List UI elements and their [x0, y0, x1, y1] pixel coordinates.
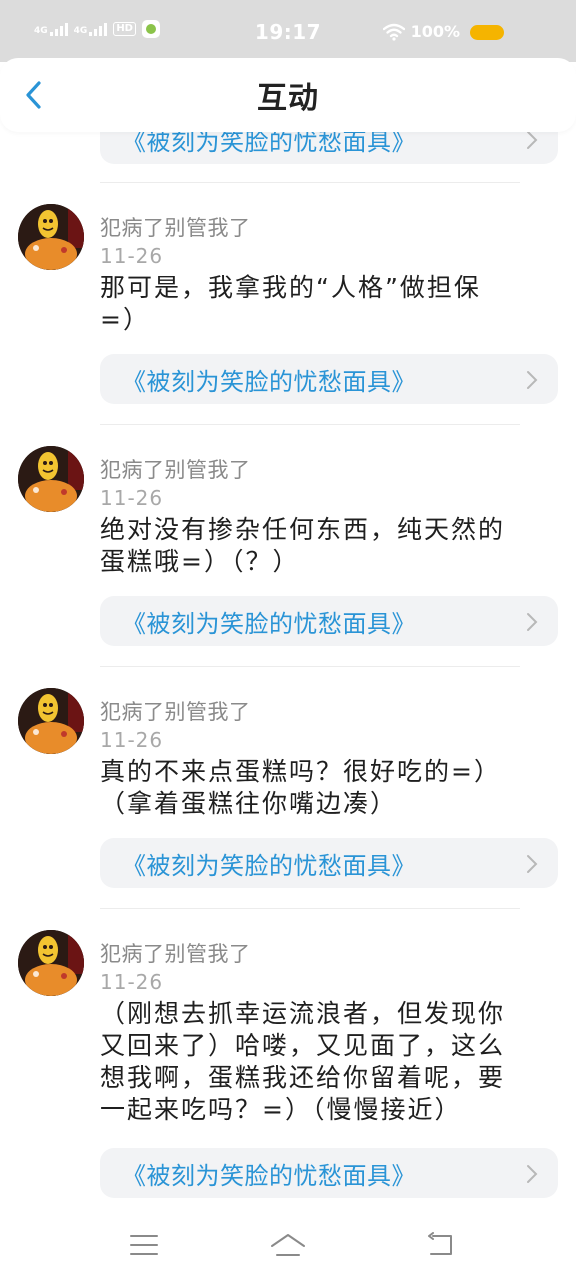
divider: [100, 666, 520, 667]
comment-line: 真的不来点蛋糕吗？很好吃的=）: [100, 757, 501, 786]
source-card[interactable]: 《被刻为笑脸的忧愁面具》: [100, 354, 558, 404]
comment-text: 真的不来点蛋糕吗？很好吃的=） （拿着蛋糕往你嘴边凑）: [100, 756, 550, 820]
source-title: 《被刻为笑脸的忧愁面具》: [122, 367, 416, 396]
username[interactable]: 犯病了别管我了: [100, 454, 251, 484]
comment-date: 11-26: [100, 486, 164, 510]
comment-line: 一起来吃吗？=）（慢慢接近）: [100, 1095, 462, 1124]
source-title: 《被刻为笑脸的忧愁面具》: [122, 851, 416, 880]
chevron-right-icon: [527, 1165, 538, 1183]
comment-date: 11-26: [100, 970, 164, 994]
battery-icon: [470, 25, 504, 40]
comment-line: 绝对没有掺杂任何东西，纯天然的: [100, 515, 506, 544]
chevron-right-icon: [527, 613, 538, 631]
comment-line: =）: [100, 305, 150, 334]
username[interactable]: 犯病了别管我了: [100, 696, 251, 726]
avatar[interactable]: [18, 930, 84, 996]
comment-line: 那可是，我拿我的“人格”做担保: [100, 273, 481, 302]
nav-menu-button[interactable]: [124, 1230, 164, 1260]
source-title: 《被刻为笑脸的忧愁面具》: [122, 1161, 416, 1190]
comment-line: 想我啊，蛋糕我还给你留着呢，要: [100, 1063, 506, 1092]
comment-date: 11-26: [100, 244, 164, 268]
nav-back-button[interactable]: [420, 1230, 460, 1260]
menu-icon: [130, 1235, 158, 1255]
back-icon: [428, 1232, 452, 1255]
header: 互动: [0, 58, 576, 132]
avatar[interactable]: [18, 204, 84, 270]
comment-line: （拿着蛋糕往你嘴边凑）: [100, 789, 398, 818]
comment-date: 11-26: [100, 728, 164, 752]
source-card[interactable]: 《被刻为笑脸的忧愁面具》: [100, 596, 558, 646]
comment-line: 蛋糕哦=）（？）: [100, 547, 300, 576]
status-right: 100%: [382, 22, 460, 41]
source-card[interactable]: 《被刻为笑脸的忧愁面具》: [100, 838, 558, 888]
page-title: 互动: [257, 81, 319, 116]
battery-percent: 100%: [410, 22, 460, 41]
status-bar: 4G 4G HD 19:17 100%: [0, 0, 576, 62]
comment-line: （刚想去抓幸运流浪者，但发现你: [100, 999, 506, 1028]
source-title: 《被刻为笑脸的忧愁面具》: [122, 609, 416, 638]
home-icon: [271, 1234, 305, 1256]
wifi-icon: [382, 23, 405, 41]
system-nav-bar: [0, 1210, 576, 1280]
comment-text: 那可是，我拿我的“人格”做担保 =）: [100, 272, 550, 336]
back-button[interactable]: [18, 78, 48, 112]
source-card[interactable]: 《被刻为笑脸的忧愁面具》: [100, 1148, 558, 1198]
comment-line: 又回来了）哈喽，又见面了，这么: [100, 1031, 506, 1060]
chevron-right-icon: [527, 855, 538, 873]
comment-text: 绝对没有掺杂任何东西，纯天然的 蛋糕哦=）（？）: [100, 514, 550, 578]
divider: [100, 908, 520, 909]
nav-home-button[interactable]: [268, 1230, 308, 1260]
avatar[interactable]: [18, 446, 84, 512]
divider: [100, 424, 520, 425]
chevron-right-icon: [527, 131, 538, 149]
username[interactable]: 犯病了别管我了: [100, 938, 251, 968]
username[interactable]: 犯病了别管我了: [100, 212, 251, 242]
chevron-right-icon: [527, 371, 538, 389]
comment-text: （刚想去抓幸运流浪者，但发现你 又回来了）哈喽，又见面了，这么 想我啊，蛋糕我还…: [100, 998, 550, 1126]
chevron-left-icon: [26, 81, 41, 109]
divider: [100, 182, 520, 183]
avatar[interactable]: [18, 688, 84, 754]
